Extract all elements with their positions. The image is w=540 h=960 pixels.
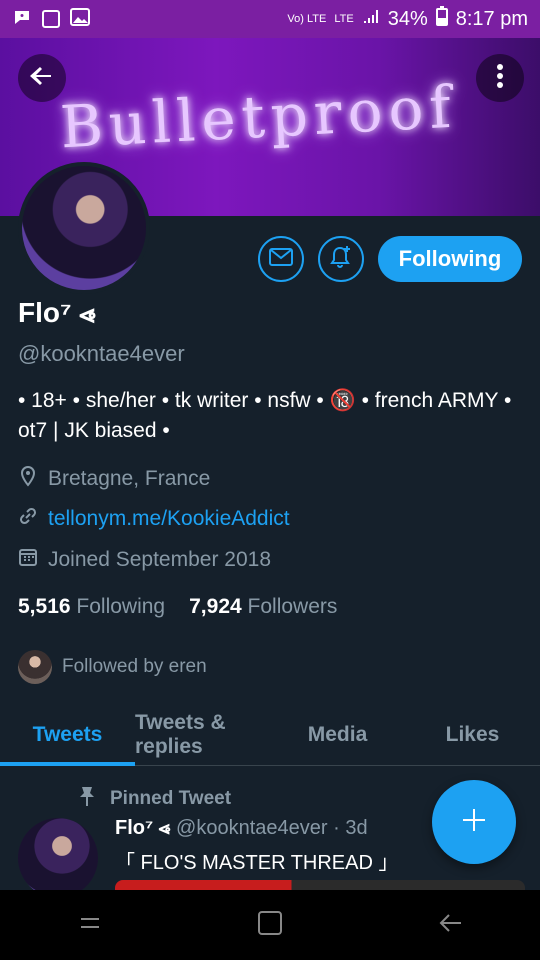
tweet-handle-time: @kookntae4ever · 3d	[176, 817, 368, 839]
pin-icon	[78, 785, 96, 813]
link-icon	[18, 506, 38, 532]
chat-icon	[12, 7, 32, 32]
following-stat[interactable]: 5,516 Following	[18, 595, 165, 619]
banner-text: Bulletproof	[58, 72, 459, 162]
status-right: Vo) LTE LTE 34% 8:17 pm	[287, 6, 528, 32]
home-button[interactable]	[250, 905, 290, 945]
tweet-text: 「 FLO'S MASTER THREAD 」	[115, 852, 399, 874]
following-label: Following	[76, 595, 166, 618]
lte-indicator: LTE	[334, 13, 354, 25]
signal-icon	[362, 7, 380, 31]
tab-media[interactable]: Media	[270, 705, 405, 765]
recents-button[interactable]	[70, 905, 110, 945]
pinned-label: Pinned Tweet	[110, 788, 232, 809]
profile-link[interactable]: tellonym.me/KookieAddict	[48, 507, 290, 531]
notifications-button[interactable]	[318, 236, 364, 282]
status-left-icons	[12, 7, 90, 32]
message-button[interactable]	[258, 236, 304, 282]
calendar-icon	[18, 547, 38, 573]
followed-by-row[interactable]: Followed by eren	[18, 650, 207, 684]
profile-handle: @kookntae4ever	[18, 341, 185, 366]
link-row[interactable]: tellonym.me/KookieAddict	[18, 506, 290, 532]
overflow-menu-button[interactable]	[476, 54, 524, 102]
followers-stat[interactable]: 7,924 Followers	[189, 595, 337, 619]
profile-bio: • 18+ • she/her • tk writer • nsfw • 🔞 •…	[18, 389, 512, 442]
recents-icon	[77, 912, 103, 939]
location-text: Bretagne, France	[48, 467, 211, 490]
location-pin-icon	[18, 465, 38, 493]
tweet-header: Flo⁷ ⩹ @kookntae4ever · 3d	[115, 817, 368, 840]
followed-by-text: Followed by eren	[62, 656, 207, 677]
follow-stats: 5,516 Following 7,924 Followers	[18, 595, 337, 619]
battery-percent: 34%	[387, 7, 428, 30]
following-count: 5,516	[18, 595, 71, 618]
joined-text: Joined September 2018	[48, 548, 271, 571]
checkbox-icon	[42, 10, 60, 28]
following-button[interactable]: Following	[378, 236, 522, 282]
profile-avatar[interactable]	[18, 162, 150, 294]
clock: 8:17 pm	[455, 7, 528, 30]
pinned-label-row: Pinned Tweet	[78, 785, 231, 813]
tweet-media-preview[interactable]	[115, 880, 525, 890]
followers-count: 7,924	[189, 595, 242, 618]
tweet-avatar[interactable]	[18, 818, 98, 898]
home-square-icon	[257, 910, 283, 941]
follower-avatar	[18, 650, 52, 684]
status-bar: Vo) LTE LTE 34% 8:17 pm	[0, 0, 540, 38]
joined-row: Joined September 2018	[18, 547, 271, 573]
back-button[interactable]	[18, 54, 66, 102]
location-row: Bretagne, France	[18, 465, 210, 493]
bell-plus-icon	[328, 244, 354, 275]
tab-tweets[interactable]: Tweets	[0, 705, 135, 766]
profile-name: Flo⁷ ⩹	[18, 297, 96, 328]
followers-label: Followers	[247, 595, 338, 618]
compose-tweet-button[interactable]	[432, 780, 516, 864]
back-nav-button[interactable]	[430, 905, 470, 945]
back-arrow-icon	[29, 63, 55, 94]
profile-tabs: Tweets Tweets & replies Media Likes	[0, 705, 540, 766]
battery-icon	[435, 6, 448, 32]
image-icon	[70, 7, 90, 31]
envelope-icon	[269, 247, 293, 271]
more-vertical-icon	[496, 63, 504, 94]
system-nav-bar	[0, 890, 540, 960]
tweet-author: Flo⁷ ⩹	[115, 817, 171, 839]
tab-tweets-replies[interactable]: Tweets & replies	[135, 705, 270, 765]
network-indicator: Vo) LTE	[287, 12, 327, 25]
plus-icon	[459, 805, 489, 840]
back-nav-icon	[437, 912, 463, 939]
tab-likes[interactable]: Likes	[405, 705, 540, 765]
